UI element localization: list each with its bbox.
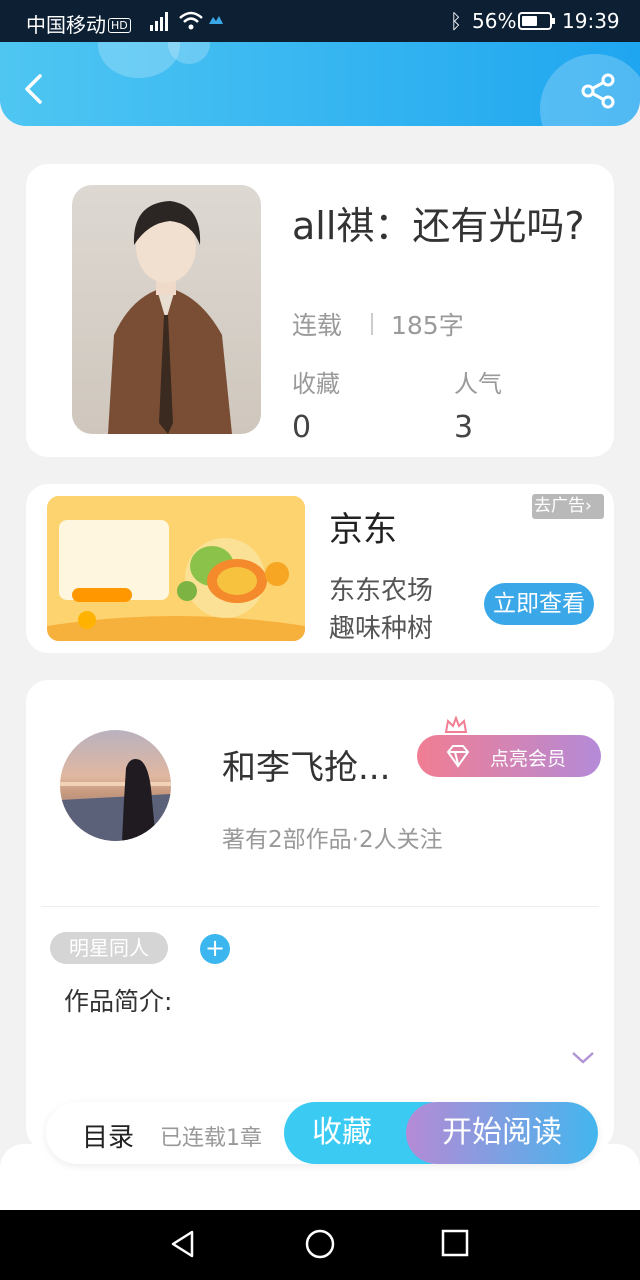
nav-home-icon[interactable]	[304, 1228, 336, 1260]
bluetooth-icon: ᛒ	[450, 9, 462, 33]
remove-ad-button[interactable]: 去广告›	[532, 494, 604, 519]
ad-description-line: 东东农场	[329, 576, 434, 606]
genre-tag[interactable]: 明星同人	[50, 932, 168, 964]
meta-divider	[371, 313, 373, 335]
author-name[interactable]: 和李飞抢...	[222, 740, 390, 789]
add-tag-button[interactable]: +	[200, 934, 230, 964]
author-card: 和李飞抢... 点亮会员 著有2部作品·2人关注 明星同人 + 作品简介:	[26, 680, 614, 1150]
ad-card[interactable]: 京东 东东农场 趣味种树 去广告› 立即查看	[26, 484, 614, 653]
chapter-count: 已连载1章	[160, 1126, 262, 1151]
action-bar: 目录 已连载1章 收藏 开始阅读	[46, 1102, 598, 1164]
diamond-icon	[446, 745, 470, 768]
author-avatar[interactable]	[60, 730, 171, 841]
crown-icon	[444, 716, 468, 733]
carrier-label: 中国移动 HD	[26, 9, 131, 38]
book-cover[interactable]	[72, 185, 261, 434]
favorites-label: 收藏	[292, 370, 340, 398]
cloud-sync-icon	[209, 16, 223, 24]
system-nav-bar	[0, 1210, 640, 1280]
hd-badge: HD	[108, 18, 131, 33]
author-stats: 著有2部作品·2人关注	[222, 827, 443, 853]
back-button[interactable]	[18, 72, 50, 106]
vip-button[interactable]: 点亮会员	[417, 735, 601, 777]
toc-button[interactable]: 目录	[82, 1117, 134, 1154]
book-title: all祺：还有光吗?	[292, 204, 585, 248]
divider	[41, 906, 599, 907]
ad-brand: 京东	[329, 510, 397, 550]
word-count: 185字	[391, 311, 464, 340]
clock: 19:39	[562, 9, 620, 33]
wifi-icon	[179, 11, 203, 30]
ad-description-line: 趣味种树	[329, 614, 434, 644]
ad-view-button[interactable]: 立即查看	[484, 583, 594, 625]
battery-icon	[518, 12, 555, 30]
book-status: 连载	[292, 311, 343, 340]
battery-percent: 56%	[472, 9, 517, 33]
favorites-count: 0	[292, 410, 312, 445]
chevron-down-icon[interactable]	[570, 1050, 596, 1066]
ad-image[interactable]	[47, 496, 305, 641]
signal-icon	[150, 12, 168, 31]
popularity-label: 人气	[454, 370, 502, 398]
status-bar: 中国移动 HD ᛒ 56% 19:39	[0, 0, 640, 42]
start-reading-button[interactable]: 开始阅读	[406, 1102, 598, 1164]
book-info-card: all祺：还有光吗? 连载 185字 收藏 人气 0 3	[26, 164, 614, 457]
header-bar	[0, 42, 640, 126]
share-button[interactable]	[580, 72, 618, 110]
nav-recents-icon[interactable]	[440, 1228, 470, 1258]
synopsis-label: 作品简介:	[64, 987, 173, 1016]
popularity-count: 3	[454, 410, 474, 445]
nav-back-icon[interactable]	[168, 1228, 198, 1260]
